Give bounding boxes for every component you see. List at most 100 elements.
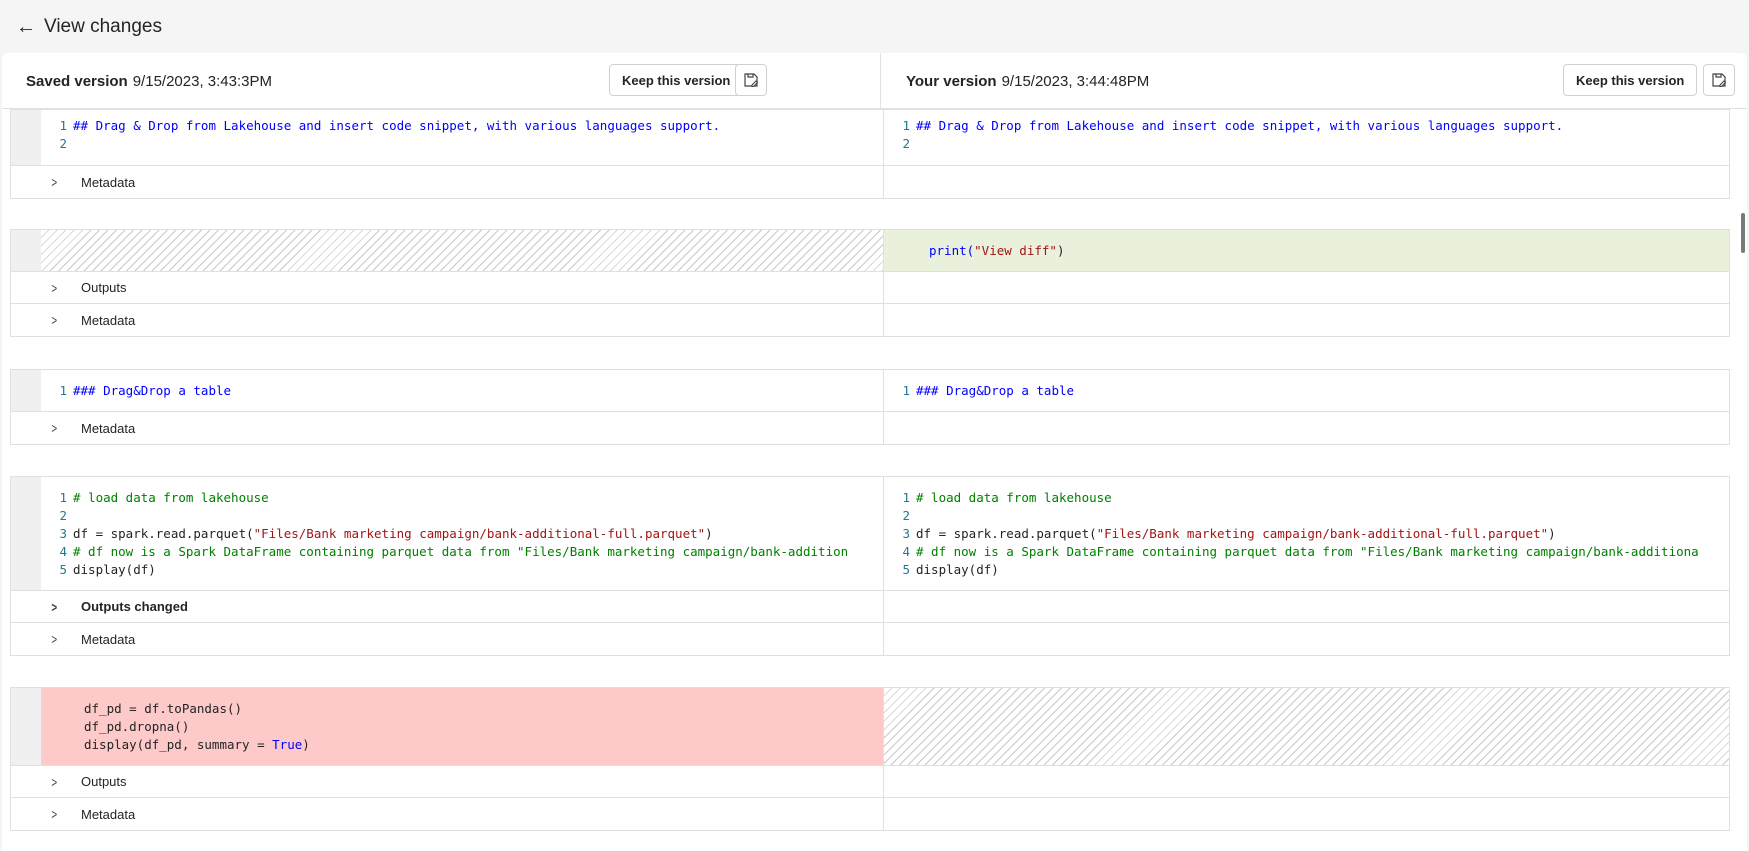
line-number: 1 bbox=[902, 383, 910, 398]
code-row: 1 ## Drag & Drop from Lakehouse and inser… bbox=[11, 110, 1729, 166]
code-row: 1 # load data from lakehouse 2 3 df = spar… bbox=[11, 477, 1729, 591]
saved-version-header: Saved version 9/15/2023, 3:43:3PM Keep t… bbox=[2, 53, 881, 109]
saved-code: 1 ## Drag & Drop from Lakehouse and inser… bbox=[41, 110, 884, 165]
code-comment: # df now is a Spark DataFrame containing… bbox=[73, 544, 849, 559]
chevron-right-icon: > bbox=[51, 631, 58, 647]
diff-cell-4: 1 # load data from lakehouse 2 3 df = spar… bbox=[10, 476, 1730, 656]
code-text: ) bbox=[1056, 243, 1065, 258]
metadata-label: Metadata bbox=[81, 631, 136, 647]
your-code-added: print("View diff") bbox=[884, 230, 1729, 271]
code-text: df = spark.read.parquet( bbox=[916, 526, 1097, 541]
line-number: 1 bbox=[902, 490, 910, 505]
outputs-changed-row: > Outputs changed bbox=[11, 591, 1729, 623]
code-keyword: True bbox=[272, 737, 303, 752]
line-number: 3 bbox=[902, 526, 910, 541]
save-your-version-button[interactable] bbox=[1703, 64, 1735, 96]
metadata-label: Metadata bbox=[81, 174, 136, 190]
metadata-row: > Metadata bbox=[11, 623, 1729, 655]
code-text: ) bbox=[302, 737, 310, 752]
page-title: View changes bbox=[44, 15, 162, 37]
outputs-label: Outputs bbox=[81, 280, 127, 295]
metadata-toggle[interactable]: > Metadata bbox=[11, 412, 884, 444]
diff-cell-1: 1 ## Drag & Drop from Lakehouse and inser… bbox=[10, 109, 1730, 199]
saved-code: 1 ### Drag&Drop a table bbox=[41, 370, 884, 411]
line-number: 3 bbox=[59, 526, 67, 541]
diff-panel: Saved version 9/15/2023, 3:43:3PM Keep t… bbox=[2, 53, 1747, 851]
metadata-row: > Metadata bbox=[11, 798, 1729, 830]
code-text: display(df) bbox=[916, 562, 999, 577]
metadata-toggle[interactable]: > Metadata bbox=[11, 166, 884, 198]
code-text: ## Drag & Drop from Lakehouse and insert… bbox=[916, 118, 1564, 133]
code-row: 1 ### Drag&Drop a table 1 ### Drag&Drop a … bbox=[11, 370, 1729, 412]
metadata-label: Metadata bbox=[81, 312, 136, 328]
code-text: df_pd = df.toPandas() bbox=[84, 701, 243, 716]
outputs-row: > Outputs bbox=[11, 766, 1729, 798]
your-version-date: 9/15/2023, 3:44:48PM bbox=[1001, 72, 1150, 90]
code-row: df_pd = df.toPandas() df_pd.dropna() dis… bbox=[11, 688, 1729, 766]
metadata-label: Metadata bbox=[81, 420, 136, 436]
your-code-empty bbox=[884, 688, 1729, 765]
metadata-toggle[interactable]: > Metadata bbox=[11, 304, 884, 336]
chevron-right-icon: > bbox=[51, 279, 58, 296]
outputs-toggle[interactable]: > Outputs bbox=[11, 272, 884, 303]
cell-gutter bbox=[11, 370, 41, 411]
code-text: ) bbox=[1548, 526, 1556, 541]
outputs-changed-label: Outputs changed bbox=[81, 599, 188, 614]
your-version-label: Your version bbox=[906, 72, 997, 90]
metadata-row: > Metadata bbox=[11, 412, 1729, 444]
code-string: "Files/Bank marketing campaign/bank-addi… bbox=[1096, 526, 1549, 541]
code-comment: # df now is a Spark DataFrame containing… bbox=[916, 544, 1699, 559]
saved-version-date: 9/15/2023, 3:43:3PM bbox=[132, 72, 272, 90]
chevron-right-icon: > bbox=[51, 174, 58, 190]
your-version-header: Your version 9/15/2023, 3:44:48PM Keep t… bbox=[882, 53, 1747, 109]
code-text: display(df) bbox=[73, 562, 156, 577]
line-number: 4 bbox=[902, 544, 910, 559]
code-fn: print( bbox=[929, 243, 975, 258]
cell-gutter bbox=[11, 230, 41, 271]
line-number: 1 bbox=[902, 118, 910, 133]
diff-cell-2: print("View diff") > Outputs > Metadata bbox=[10, 229, 1730, 337]
code-text: ) bbox=[705, 526, 713, 541]
chevron-right-icon: > bbox=[51, 806, 58, 822]
top-bar: ← View changes bbox=[0, 0, 1749, 53]
vertical-scrollbar[interactable] bbox=[1735, 109, 1745, 851]
saved-code-empty bbox=[41, 230, 884, 271]
save-saved-version-button[interactable] bbox=[735, 64, 767, 96]
scrollbar-thumb[interactable] bbox=[1741, 213, 1745, 253]
your-code: 1 # load data from lakehouse 2 3 df = spar… bbox=[884, 477, 1729, 590]
diff-cell-3: 1 ### Drag&Drop a table 1 ### Drag&Drop a … bbox=[10, 369, 1730, 445]
back-arrow-icon[interactable]: ← bbox=[16, 17, 36, 37]
saved-version-label: Saved version bbox=[26, 72, 128, 90]
code-comment: # load data from lakehouse bbox=[73, 490, 269, 505]
keep-your-version-button[interactable]: Keep this version bbox=[1563, 64, 1698, 96]
metadata-toggle[interactable]: > Metadata bbox=[11, 798, 884, 830]
chevron-right-icon: > bbox=[51, 312, 58, 328]
line-number: 1 bbox=[59, 490, 67, 505]
code-text: df = spark.read.parquet( bbox=[73, 526, 254, 541]
line-number: 2 bbox=[902, 508, 910, 523]
keep-saved-version-button[interactable]: Keep this version bbox=[609, 64, 744, 96]
line-number: 5 bbox=[902, 562, 910, 577]
cell-gutter bbox=[11, 688, 41, 765]
code-row: print("View diff") bbox=[11, 230, 1729, 272]
metadata-row: > Metadata bbox=[11, 304, 1729, 336]
code-text: df_pd.dropna() bbox=[84, 719, 190, 734]
outputs-toggle[interactable]: > Outputs bbox=[11, 766, 884, 797]
code-text: ## Drag & Drop from Lakehouse and insert… bbox=[73, 118, 721, 133]
metadata-row: > Metadata bbox=[11, 166, 1729, 198]
chevron-right-icon: > bbox=[51, 773, 58, 790]
metadata-toggle[interactable]: > Metadata bbox=[11, 623, 884, 655]
cell-gutter bbox=[11, 477, 41, 590]
saved-code: 1 # load data from lakehouse 2 3 df = spar… bbox=[41, 477, 884, 590]
line-number: 2 bbox=[59, 136, 67, 151]
line-number: 4 bbox=[59, 544, 67, 559]
metadata-label: Metadata bbox=[81, 806, 136, 822]
save-icon bbox=[1712, 73, 1727, 88]
code-text: ### Drag&Drop a table bbox=[916, 383, 1075, 398]
cell-gutter bbox=[11, 110, 41, 165]
outputs-changed-toggle[interactable]: > Outputs changed bbox=[11, 591, 884, 622]
chevron-right-icon: > bbox=[51, 420, 58, 436]
code-text: display(df_pd, summary = bbox=[84, 737, 273, 752]
code-string: "Files/Bank marketing campaign/bank-addi… bbox=[253, 526, 706, 541]
line-number: 1 bbox=[59, 383, 67, 398]
